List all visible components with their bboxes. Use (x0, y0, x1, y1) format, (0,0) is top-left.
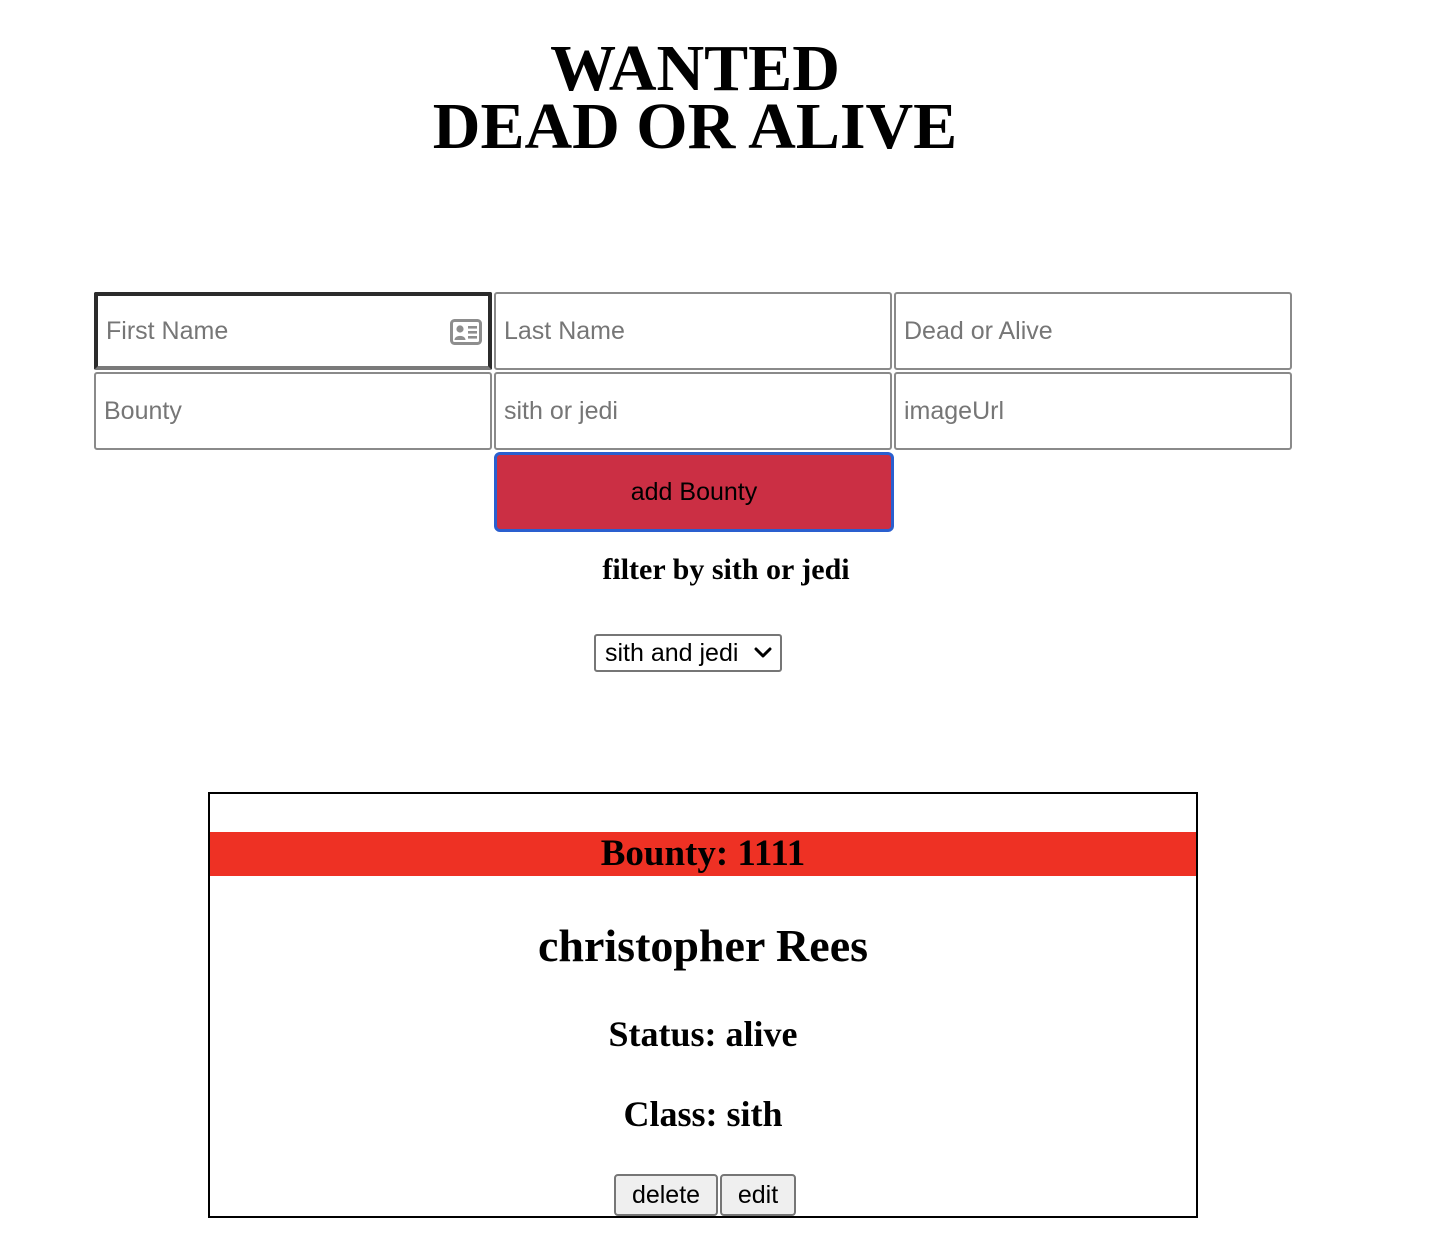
filter-label: filter by sith or jedi (602, 553, 850, 586)
last-name-input[interactable] (494, 292, 892, 370)
dead-or-alive-input[interactable] (894, 292, 1292, 370)
delete-button[interactable]: delete (614, 1174, 718, 1216)
add-bounty-button[interactable]: add Bounty (494, 452, 894, 532)
contact-card-icon[interactable] (450, 319, 482, 345)
page-title: WANTED DEAD OR ALIVE (0, 36, 1390, 163)
sith-or-jedi-input[interactable] (494, 372, 892, 450)
filter-select-value: sith and jedi (605, 639, 739, 667)
bounty-input[interactable] (94, 372, 492, 450)
filter-select[interactable]: sith and jedi (594, 634, 782, 672)
first-name-input[interactable] (94, 292, 492, 370)
edit-button[interactable]: edit (720, 1174, 796, 1216)
bounty-amount-bar: Bounty: 1111 (210, 832, 1196, 876)
bounty-name: christopher Rees (537, 920, 869, 971)
bounty-status: Status: alive (608, 1014, 798, 1054)
bounty-class: Class: sith (623, 1094, 783, 1134)
chevron-down-icon (754, 647, 772, 658)
image-url-input[interactable] (894, 372, 1292, 450)
title-line-dead-or-alive: DEAD OR ALIVE (432, 90, 958, 163)
bounty-card: Bounty: 1111 christopher Rees Status: al… (208, 792, 1198, 1218)
